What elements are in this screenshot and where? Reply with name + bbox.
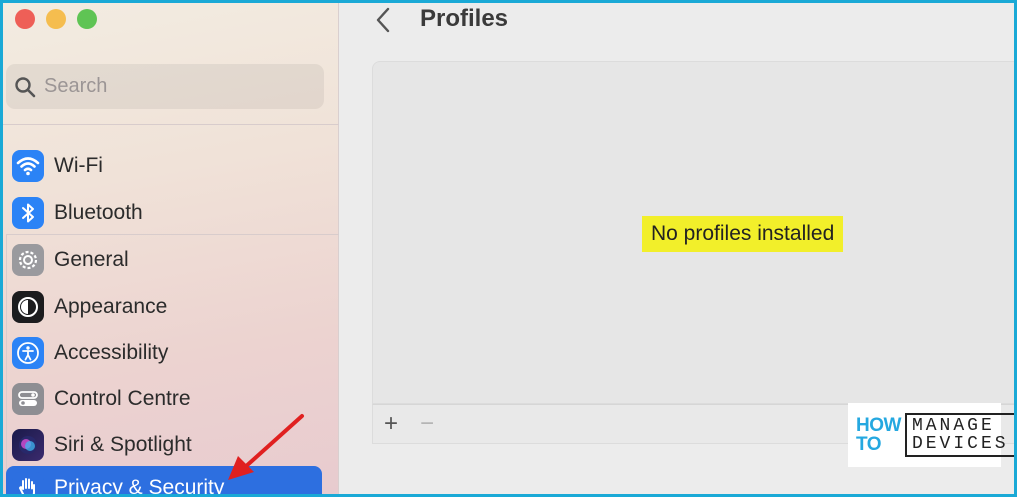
search-input[interactable] (44, 75, 294, 98)
sidebar-item-accessibility[interactable]: Accessibility (6, 331, 322, 375)
sidebar-item-appearance[interactable]: Appearance (6, 285, 322, 329)
remove-profile-button[interactable]: − (409, 406, 445, 442)
zoom-button[interactable] (77, 9, 97, 29)
hand-icon (12, 472, 44, 494)
logo-word-manage: MANAGE (911, 416, 995, 436)
sidebar-item-label: Wi-Fi (54, 154, 103, 177)
sidebar-item-label: Privacy & Security (54, 476, 225, 497)
sidebar-item-label: Control Centre (54, 387, 191, 410)
accessibility-icon (12, 337, 44, 369)
search-field[interactable] (6, 64, 324, 109)
sidebar-item-bluetooth[interactable]: Bluetooth (6, 191, 322, 235)
minimize-button[interactable] (46, 9, 66, 29)
bluetooth-icon (12, 197, 44, 229)
logo-left-text: HOW TO (856, 416, 901, 454)
sidebar: Wi-Fi Bluetooth General (3, 3, 339, 494)
screenshot-frame: Wi-Fi Bluetooth General (0, 0, 1017, 497)
sidebar-item-label: General (54, 248, 129, 271)
close-button[interactable] (15, 9, 35, 29)
back-button[interactable] (370, 5, 396, 35)
sidebar-item-label: Siri & Spotlight (54, 433, 192, 456)
wifi-icon (12, 150, 44, 182)
window-controls (15, 9, 97, 29)
sidebar-item-label: Appearance (54, 295, 168, 318)
logo-word-how: HOW (856, 415, 901, 436)
add-profile-button[interactable]: + (373, 406, 409, 442)
sidebar-item-general[interactable]: General (6, 238, 322, 282)
sidebar-divider (3, 124, 339, 125)
annotation-arrow-icon (228, 414, 304, 480)
sidebar-item-label: Bluetooth (54, 201, 143, 224)
logo-word-devices: DEVICES (911, 434, 1009, 454)
control-centre-icon (12, 383, 44, 415)
search-icon (12, 74, 38, 100)
chevron-left-icon (376, 7, 390, 33)
howto-manage-devices-logo: HOW TO MANAGE DEVICES (848, 403, 1014, 467)
sidebar-item-wifi[interactable]: Wi-Fi (6, 144, 322, 188)
siri-icon (12, 429, 44, 461)
empty-state-message: No profiles installed (642, 216, 844, 252)
logo-right-text: MANAGE DEVICES (904, 413, 1014, 457)
sidebar-item-label: Accessibility (54, 341, 169, 364)
appearance-icon (12, 291, 44, 323)
logo-word-to: TO (856, 434, 882, 455)
page-title: Profiles (420, 5, 509, 32)
gear-icon (12, 244, 44, 276)
